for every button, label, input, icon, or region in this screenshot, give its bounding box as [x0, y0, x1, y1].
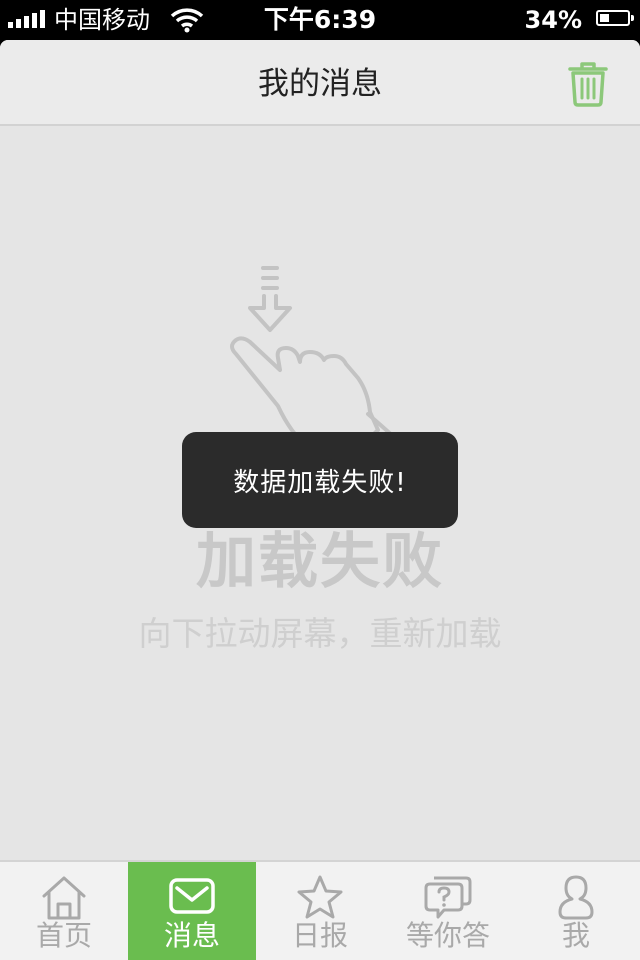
- battery-percentage: 34%: [524, 6, 582, 34]
- tab-waiting-answers[interactable]: 等你答: [384, 862, 512, 960]
- question-chat-icon: [424, 876, 472, 919]
- nav-bar: 我的消息: [0, 40, 640, 126]
- tab-daily[interactable]: 日报: [256, 862, 384, 960]
- tab-label: 等你答: [405, 919, 490, 952]
- home-icon: [42, 876, 86, 920]
- envelope-icon: [169, 878, 215, 914]
- app-screen: 我的消息 加载失败 向下拉动屏幕，重新加载 数据加载失败! 首页 消息 日报 等…: [0, 40, 640, 960]
- tab-label: 我: [561, 919, 590, 952]
- tab-me[interactable]: 我: [512, 862, 640, 960]
- battery-icon: [596, 10, 634, 26]
- status-bar: 中国移动 下午6:39 34%: [0, 0, 640, 40]
- empty-state-hint: 向下拉动屏幕，重新加载: [138, 614, 502, 653]
- tab-label: 消息: [163, 919, 220, 952]
- star-icon: [297, 875, 343, 919]
- toast-message: 数据加载失败!: [182, 432, 458, 528]
- page-title: 我的消息: [258, 66, 382, 102]
- tab-messages[interactable]: 消息: [128, 862, 256, 960]
- tab-home[interactable]: 首页: [0, 862, 128, 960]
- tab-bar: 首页 消息 日报 等你答 我: [0, 860, 640, 960]
- user-icon: [558, 875, 594, 920]
- tab-label: 首页: [35, 919, 92, 952]
- trash-icon[interactable]: [564, 58, 612, 108]
- tab-label: 日报: [291, 919, 348, 952]
- empty-state-title: 加载失败: [196, 527, 444, 597]
